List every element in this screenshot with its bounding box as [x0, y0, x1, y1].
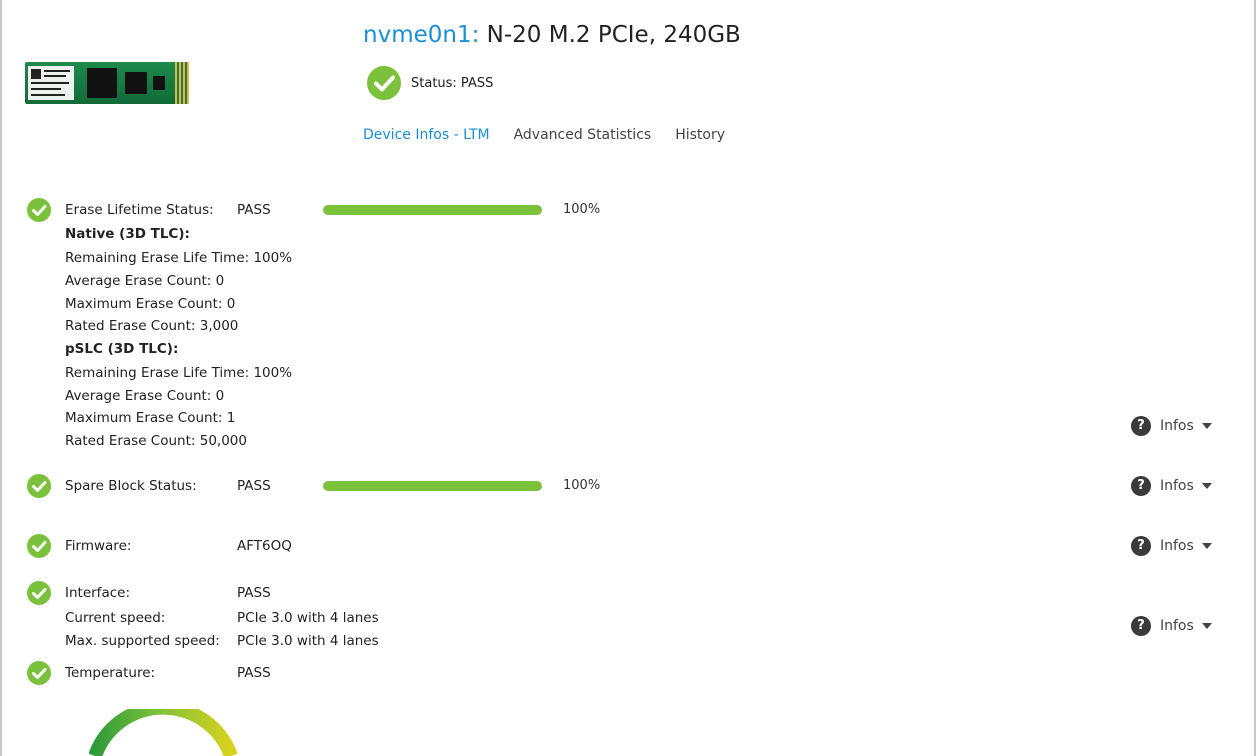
check-icon: [27, 198, 51, 222]
pslc-maximum-erase: Maximum Erase Count: 1: [65, 410, 236, 426]
native-remaining-life: Remaining Erase Life Time: 100%: [65, 250, 293, 266]
native-rated-erase: Rated Erase Count: 3,000: [65, 318, 239, 334]
temperature-label: Temperature:: [65, 665, 156, 681]
caret-down-icon: [1201, 483, 1212, 489]
window-frame-left: [0, 0, 2, 756]
help-icon: ?: [1131, 476, 1151, 496]
temperature-value: PASS: [237, 665, 271, 681]
firmware-value: AFT6OQ: [237, 538, 292, 554]
erase-lifetime-percent: 100%: [563, 202, 601, 217]
check-icon: [367, 66, 401, 100]
infos-label: Infos: [1160, 538, 1194, 554]
tab-history[interactable]: History: [675, 127, 725, 143]
max-speed-value: PCIe 3.0 with 4 lanes: [237, 633, 379, 649]
device-status: Status: PASS: [367, 66, 493, 100]
infos-label: Infos: [1160, 618, 1194, 634]
tab-bar: Device Infos - LTM Advanced Statistics H…: [363, 127, 749, 143]
pslc-heading: pSLC (3D TLC):: [65, 341, 179, 357]
check-icon: [27, 661, 51, 685]
spare-block-label: Spare Block Status:: [65, 478, 197, 494]
interface-infos-button[interactable]: ? Infos: [1131, 616, 1212, 636]
temperature-gauge: [89, 709, 238, 756]
check-icon: [27, 534, 51, 558]
help-icon: ?: [1131, 616, 1151, 636]
spare-block-bar: [323, 481, 542, 491]
tab-advanced-statistics[interactable]: Advanced Statistics: [514, 127, 652, 143]
device-title: nvme0n1: N-20 M.2 PCIe, 240GB: [363, 22, 741, 48]
help-icon: ?: [1131, 536, 1151, 556]
native-average-erase: Average Erase Count: 0: [65, 273, 225, 289]
ssd-image: [25, 62, 189, 104]
caret-down-icon: [1201, 423, 1212, 429]
firmware-label: Firmware:: [65, 538, 132, 554]
current-speed-label: Current speed:: [65, 610, 166, 626]
interface-label: Interface:: [65, 585, 130, 601]
infos-label: Infos: [1160, 478, 1194, 494]
erase-infos-button[interactable]: ? Infos: [1131, 416, 1212, 436]
caret-down-icon: [1201, 543, 1212, 549]
spare-block-percent: 100%: [563, 478, 601, 493]
check-icon: [27, 474, 51, 498]
spare-infos-button[interactable]: ? Infos: [1131, 476, 1212, 496]
status-text: Status: PASS: [411, 75, 494, 91]
device-id: nvme0n1:: [363, 22, 480, 48]
interface-value: PASS: [237, 585, 271, 601]
current-speed-value: PCIe 3.0 with 4 lanes: [237, 610, 379, 626]
infos-label: Infos: [1160, 418, 1194, 434]
device-model: N-20 M.2 PCIe, 240GB: [479, 22, 741, 48]
pslc-remaining-life: Remaining Erase Life Time: 100%: [65, 365, 293, 381]
max-speed-label: Max. supported speed:: [65, 633, 220, 649]
gauge-pointer-icon: [149, 725, 161, 737]
pslc-average-erase: Average Erase Count: 0: [65, 388, 225, 404]
caret-down-icon: [1201, 623, 1212, 629]
firmware-infos-button[interactable]: ? Infos: [1131, 536, 1212, 556]
pslc-rated-erase: Rated Erase Count: 50,000: [65, 433, 247, 449]
erase-lifetime-label: Erase Lifetime Status:: [65, 202, 214, 218]
check-icon: [27, 581, 51, 605]
native-maximum-erase: Maximum Erase Count: 0: [65, 296, 236, 312]
erase-lifetime-bar: [323, 205, 542, 215]
tab-device-infos[interactable]: Device Infos - LTM: [363, 127, 490, 143]
native-heading: Native (3D TLC):: [65, 226, 190, 242]
spare-block-value: PASS: [237, 478, 271, 494]
erase-lifetime-value: PASS: [237, 202, 271, 218]
help-icon: ?: [1131, 416, 1151, 436]
